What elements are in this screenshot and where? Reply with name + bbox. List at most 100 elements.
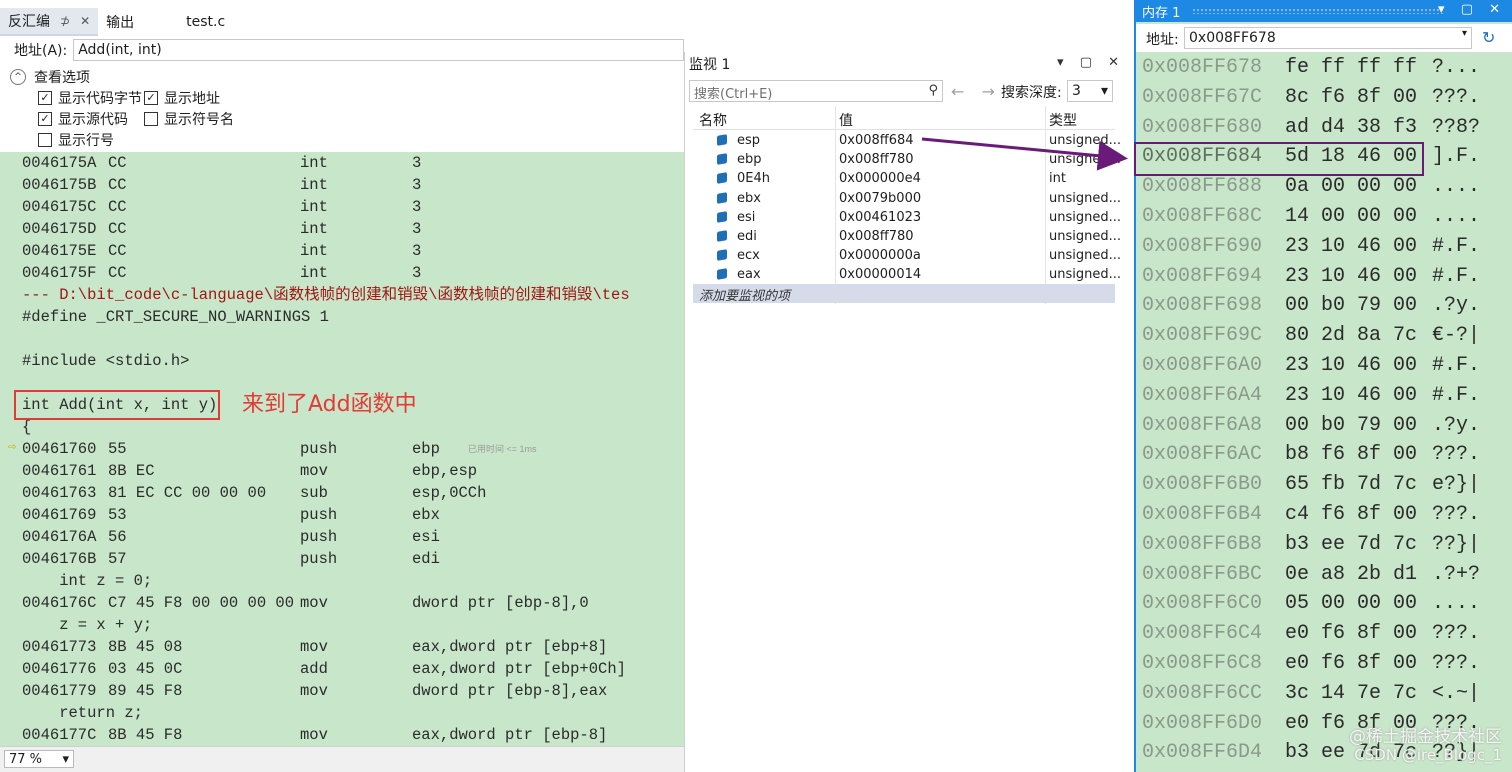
watch-title: 监视 1 [689, 57, 731, 73]
source-line: z = x + y; [22, 616, 153, 634]
memory-bytes[interactable]: c4 f6 8f 00 [1285, 500, 1417, 530]
search-icon[interactable]: ⚲ [928, 83, 938, 98]
watch-value[interactable]: 0x00461023 [839, 210, 921, 225]
checkbox-show-code-bytes[interactable]: ✓ 显示代码字节 [38, 88, 142, 108]
tab-label: 输出 [106, 15, 135, 31]
watch-row[interactable]: 0E4h 0x000000e4 int [693, 170, 1115, 189]
memory-ascii: ???. [1432, 622, 1481, 646]
instruction-opcode: add [300, 660, 328, 678]
checkbox-show-symbols[interactable]: 显示符号名 [144, 109, 234, 129]
checkbox-show-line-numbers[interactable]: 显示行号 [38, 130, 114, 150]
memory-address: 0x008FF6D0 [1142, 711, 1263, 735]
memory-address: 0x008FF6A0 [1142, 354, 1263, 377]
memory-bytes[interactable]: 05 00 00 00 [1285, 589, 1417, 619]
zoom-select[interactable]: 77 % ▾ [4, 750, 74, 768]
watch-row[interactable]: ebx 0x0079b000 unsigned... [693, 190, 1121, 209]
instruction-address: 0046177C [22, 726, 97, 744]
column-header-type[interactable]: 类型 [1049, 110, 1077, 130]
memory-panel: 内存 1 ▾ ▢ ✕ 地址: 0x008FF678 ▾ ↻ 0x008FF678… [1134, 0, 1512, 772]
search-depth-select[interactable]: 3 ▾ [1067, 80, 1113, 102]
memory-bytes[interactable]: 23 10 46 00 [1285, 262, 1417, 292]
memory-bytes[interactable]: e0 f6 8f 00 [1285, 619, 1417, 649]
nav-arrows-icon[interactable]: ← → [951, 82, 1001, 101]
watch-row[interactable]: ebp 0x008ff780 unsigned... [693, 151, 1121, 170]
checkbox-icon[interactable] [144, 112, 158, 126]
memory-address: 0x008FF690 [1142, 234, 1263, 258]
view-options-header[interactable]: ^ 查看选项 [10, 67, 90, 87]
instruction-address: 0046176B [22, 550, 97, 568]
add-watch-label: 添加要监视的项 [699, 289, 791, 304]
memory-bytes[interactable]: 8c f6 8f 00 [1285, 83, 1417, 113]
chevron-down-icon[interactable]: ▾ [1462, 28, 1467, 39]
memory-bytes[interactable]: 65 fb 7d 7c [1285, 470, 1417, 500]
checkbox-icon[interactable] [38, 133, 52, 147]
memory-bytes[interactable]: 3c 14 7e 7c [1285, 679, 1417, 709]
watch-value[interactable]: 0x008ff780 [839, 152, 914, 167]
tab-output[interactable]: 输出 [98, 8, 142, 36]
memory-bytes[interactable]: b8 f6 8f 00 [1285, 440, 1417, 470]
watch-type: unsigned... [1049, 152, 1122, 168]
checkbox-show-source[interactable]: ✓ 显示源代码 [38, 109, 128, 129]
watch-value[interactable]: 0x008ff780 [839, 229, 914, 244]
window-controls-icon[interactable]: ▾ ▢ ✕ [1057, 55, 1125, 70]
checkbox-icon[interactable]: ✓ [38, 91, 52, 105]
memory-bytes[interactable]: 14 00 00 00 [1285, 202, 1417, 232]
memory-bytes[interactable]: 80 2d 8a 7c [1285, 321, 1417, 351]
zoom-value: 77 % [9, 751, 43, 767]
memory-bytes[interactable]: 0e a8 2b d1 [1285, 560, 1417, 590]
watch-row[interactable]: edi 0x008ff780 unsigned... [693, 228, 1121, 247]
column-header-value[interactable]: 值 [839, 110, 853, 130]
instruction-opcode: int [300, 242, 328, 260]
watch-value[interactable]: 0x0079b000 [839, 191, 921, 206]
add-watch-row[interactable]: 添加要监视的项 [693, 284, 1115, 304]
watch-row[interactable]: eax 0x00000014 unsigned... [693, 266, 1121, 285]
variable-icon [717, 230, 727, 242]
memory-bytes[interactable]: ad d4 38 f3 [1285, 113, 1417, 143]
checkbox-icon[interactable]: ✓ [38, 112, 52, 126]
watch-value[interactable]: 0x008ff684 [839, 133, 914, 148]
tab-test-c[interactable]: test.c [178, 8, 233, 36]
watch-row[interactable]: esp 0x008ff684 unsigned... [693, 132, 1121, 151]
memory-bytes[interactable]: 23 10 46 00 [1285, 381, 1417, 411]
checkbox-icon[interactable]: ✓ [144, 91, 158, 105]
watch-value[interactable]: 0x0000000a [839, 248, 921, 263]
memory-ascii: .... [1432, 205, 1481, 228]
memory-bytes[interactable]: fe ff ff ff [1285, 53, 1417, 83]
memory-bytes[interactable]: 23 10 46 00 [1285, 232, 1417, 262]
watch-value[interactable]: 0x000000e4 [839, 171, 921, 186]
memory-address-input[interactable]: 0x008FF678 ▾ [1184, 27, 1472, 49]
memory-bytes[interactable]: 23 10 46 00 [1285, 351, 1417, 381]
instruction-bytes: CC [108, 220, 127, 238]
variable-icon [717, 249, 727, 262]
disassembly-code-view[interactable]: 0046175A CC int 3 0046175B CC int 3 0046175C CC in… [0, 152, 684, 746]
memory-ascii: #.F. [1432, 383, 1481, 407]
chevron-down-icon: ▾ [62, 751, 69, 767]
window-controls-icon[interactable]: ▾ ▢ ✕ [1438, 2, 1506, 17]
watch-value[interactable]: 0x00000014 [839, 267, 921, 282]
address-input[interactable]: Add(int, int) [73, 39, 684, 61]
memory-ascii: ].F. [1432, 145, 1481, 169]
tab-disassembly[interactable]: 反汇编 ⊅ ✕ [0, 8, 99, 36]
variable-icon [717, 153, 727, 166]
memory-bytes[interactable]: 00 b0 79 00 [1285, 291, 1417, 321]
collapse-icon[interactable]: ^ [10, 69, 26, 85]
search-depth-value: 3 [1072, 83, 1081, 99]
close-icon[interactable]: ✕ [80, 14, 90, 28]
watch-type: unsigned... [1049, 248, 1122, 264]
refresh-icon[interactable]: ↻ [1482, 28, 1495, 47]
watch-row[interactable]: esi 0x00461023 unsigned... [693, 209, 1121, 228]
instruction-address: 0046175D [22, 220, 97, 238]
checkbox-show-address[interactable]: ✓ 显示地址 [144, 88, 220, 108]
pin-icon[interactable]: ⊅ [60, 14, 70, 28]
memory-bytes[interactable]: e0 f6 8f 00 [1285, 649, 1417, 679]
memory-bytes[interactable]: b3 ee 7d 7c [1285, 530, 1417, 560]
memory-address-value: 0x008FF678 [1189, 30, 1276, 46]
watch-search-input[interactable]: 搜索(Ctrl+E) ⚲ [689, 80, 943, 102]
instruction-opcode: int [300, 176, 328, 194]
watch-name: 0E4h [737, 171, 770, 187]
watch-row[interactable]: ecx 0x0000000a unsigned... [693, 247, 1121, 266]
watch-type: unsigned... [1049, 209, 1122, 225]
memory-bytes[interactable]: 00 b0 79 00 [1285, 411, 1417, 441]
memory-bytes[interactable]: 0a 00 00 00 [1285, 172, 1417, 202]
column-header-name[interactable]: 名称 [699, 110, 727, 130]
